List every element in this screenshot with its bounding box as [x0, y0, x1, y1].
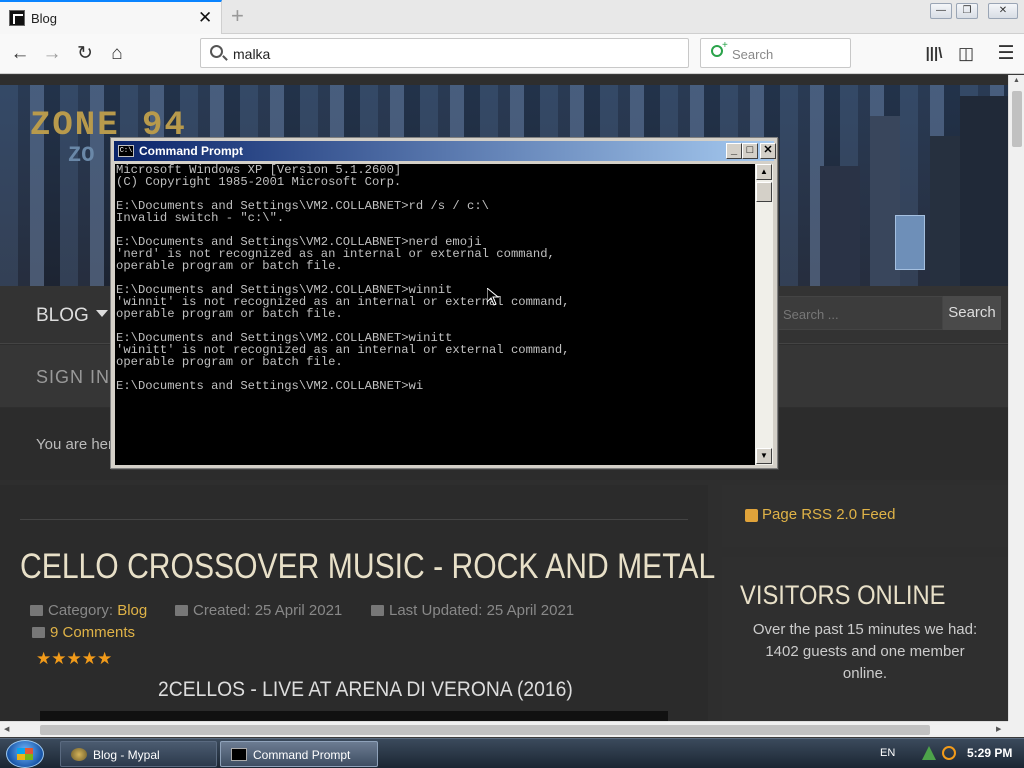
- article-category: Category: Blog: [30, 602, 147, 619]
- sign-in-link[interactable]: SIGN IN: [36, 367, 110, 388]
- created-date: Created: 25 April 2021: [193, 602, 343, 619]
- start-button[interactable]: [6, 740, 44, 768]
- forward-arrow-icon[interactable]: →: [40, 42, 64, 66]
- cmd-line: E:\Documents and Settings\VM2.COLLABNET>…: [116, 379, 424, 393]
- browser-search-box[interactable]: Search: [700, 38, 851, 68]
- restore-window-button[interactable]: ❐: [956, 3, 978, 19]
- cmd-scroll-down-arrow-icon[interactable]: ▼: [756, 448, 772, 464]
- page-vertical-scroll-thumb[interactable]: [1012, 91, 1022, 147]
- menu-hamburger-icon[interactable]: ☰: [994, 42, 1018, 66]
- new-tab-button[interactable]: +: [231, 3, 244, 29]
- cmd-scroll-thumb[interactable]: [756, 182, 772, 202]
- site-favicon-icon: [9, 10, 25, 26]
- cmd-line: operable program or batch file.: [116, 355, 343, 369]
- visitors-text: Over the past 15 minutes we had: 1402 gu…: [752, 621, 978, 682]
- site-search-placeholder[interactable]: Search ...: [783, 307, 839, 322]
- navigation-toolbar: ← → ↻ ⌂ malka Search |||\ ◫ ☰: [0, 34, 1024, 74]
- page-vertical-scrollbar[interactable]: ▲: [1008, 75, 1024, 721]
- language-indicator[interactable]: EN: [880, 747, 895, 759]
- cmd-icon: [231, 748, 247, 761]
- cmd-line: (C) Copyright 1985-2001 Microsoft Corp.: [116, 175, 402, 189]
- calendar-edit-icon: [371, 605, 384, 616]
- search-tray-icon[interactable]: [942, 746, 956, 760]
- article-comments: 9 Comments: [32, 624, 135, 641]
- cmd-vertical-scrollbar[interactable]: ▲ ▼: [755, 164, 773, 465]
- site-logo-subtext: ZO: [68, 143, 95, 168]
- cmd-minimize-button[interactable]: _: [726, 143, 742, 159]
- page-horizontal-scroll-thumb[interactable]: [40, 725, 930, 735]
- cmd-console-output[interactable]: Microsoft Windows XP [Version 5.1.2600](…: [115, 164, 755, 465]
- cmd-maximize-button[interactable]: □: [742, 143, 758, 159]
- video-embed[interactable]: [40, 711, 668, 721]
- cmd-line: operable program or batch file.: [116, 259, 343, 273]
- tab-title: Blog: [31, 11, 58, 26]
- rss-icon: [745, 509, 758, 522]
- taskbar-item-command-prompt[interactable]: Command Prompt: [220, 741, 378, 767]
- back-arrow-icon[interactable]: ←: [8, 42, 32, 66]
- taskbar-item-browser[interactable]: Blog - Mypal: [60, 741, 217, 767]
- video-title: 2CELLOS - LIVE AT ARENA DI VERONA (2016): [158, 678, 573, 701]
- address-bar-text[interactable]: malka: [233, 46, 270, 62]
- site-search-button[interactable]: Search: [943, 296, 1001, 330]
- menu-item-blog[interactable]: BLOG: [36, 305, 89, 327]
- cmd-close-button[interactable]: ✕: [760, 143, 776, 159]
- article-created: Created: 25 April 2021: [175, 602, 342, 619]
- article-title[interactable]: CELLO CROSSOVER MUSIC - ROCK AND METAL: [20, 547, 715, 587]
- tab-strip: Blog ✕ + — ❐ ✕: [0, 0, 1024, 34]
- close-tab-icon[interactable]: ✕: [198, 8, 212, 28]
- browser-icon: [71, 748, 87, 761]
- cmd-scroll-up-arrow-icon[interactable]: ▲: [756, 164, 772, 180]
- category-link[interactable]: Blog: [117, 602, 147, 619]
- billboard-image: [895, 215, 925, 270]
- comment-icon: [32, 627, 45, 638]
- library-icon[interactable]: |||\: [922, 42, 946, 66]
- page-horizontal-scrollbar[interactable]: ◀ ▶: [0, 721, 1008, 737]
- chevron-down-icon[interactable]: [96, 310, 108, 317]
- comments-link[interactable]: 9 Comments: [50, 624, 135, 641]
- rss-feed-link[interactable]: Page RSS 2.0 Feed: [762, 506, 895, 523]
- folder-icon: [30, 605, 43, 616]
- visitors-title: VISITORS ONLINE: [740, 580, 946, 610]
- cmd-line: Invalid switch - "c:\".: [116, 211, 285, 225]
- search-icon: [210, 45, 223, 58]
- visitors-module: VISITORS ONLINE Over the past 15 minutes…: [722, 557, 1008, 721]
- tab-blog[interactable]: Blog ✕: [0, 0, 222, 34]
- article-updated: Last Updated: 25 April 2021: [371, 602, 574, 619]
- network-icon[interactable]: [922, 746, 936, 760]
- cmd-window-icon[interactable]: C:\: [118, 145, 134, 157]
- browser-search-placeholder[interactable]: Search: [732, 47, 773, 62]
- rss-module: Page RSS 2.0 Feed: [722, 485, 1008, 547]
- calendar-icon: [175, 605, 188, 616]
- sidebar-toggle-icon[interactable]: ◫: [954, 42, 978, 66]
- site-search-input[interactable]: Search ...: [775, 296, 943, 330]
- address-bar[interactable]: malka: [200, 38, 689, 68]
- category-label: Category:: [48, 602, 114, 619]
- scrollbar-corner: [1008, 721, 1024, 737]
- reload-icon[interactable]: ↻: [73, 42, 97, 66]
- search-engine-icon: [711, 40, 728, 57]
- home-icon[interactable]: ⌂: [105, 42, 129, 66]
- rating-stars[interactable]: ★★★★★: [36, 649, 112, 669]
- cmd-title-bar[interactable]: C:\ Command Prompt _ □ ✕: [114, 141, 776, 161]
- sidebar: Page RSS 2.0 Feed VISITORS ONLINE Over t…: [722, 485, 1008, 721]
- taskbar-item-label: Blog - Mypal: [93, 748, 160, 762]
- close-window-button[interactable]: ✕: [988, 3, 1018, 19]
- updated-date: Last Updated: 25 April 2021: [389, 602, 575, 619]
- cmd-line: operable program or batch file.: [116, 307, 343, 321]
- article-column: CELLO CROSSOVER MUSIC - ROCK AND METAL C…: [0, 485, 715, 721]
- minimize-window-button[interactable]: —: [930, 3, 952, 19]
- cmd-title: Command Prompt: [139, 144, 244, 158]
- divider: [20, 519, 688, 520]
- command-prompt-window[interactable]: C:\ Command Prompt _ □ ✕ Microsoft Windo…: [110, 137, 778, 469]
- taskbar-item-label: Command Prompt: [253, 748, 351, 762]
- taskbar: Blog - Mypal Command Prompt EN 5:29 PM: [0, 738, 1024, 768]
- clock[interactable]: 5:29 PM: [967, 746, 1012, 760]
